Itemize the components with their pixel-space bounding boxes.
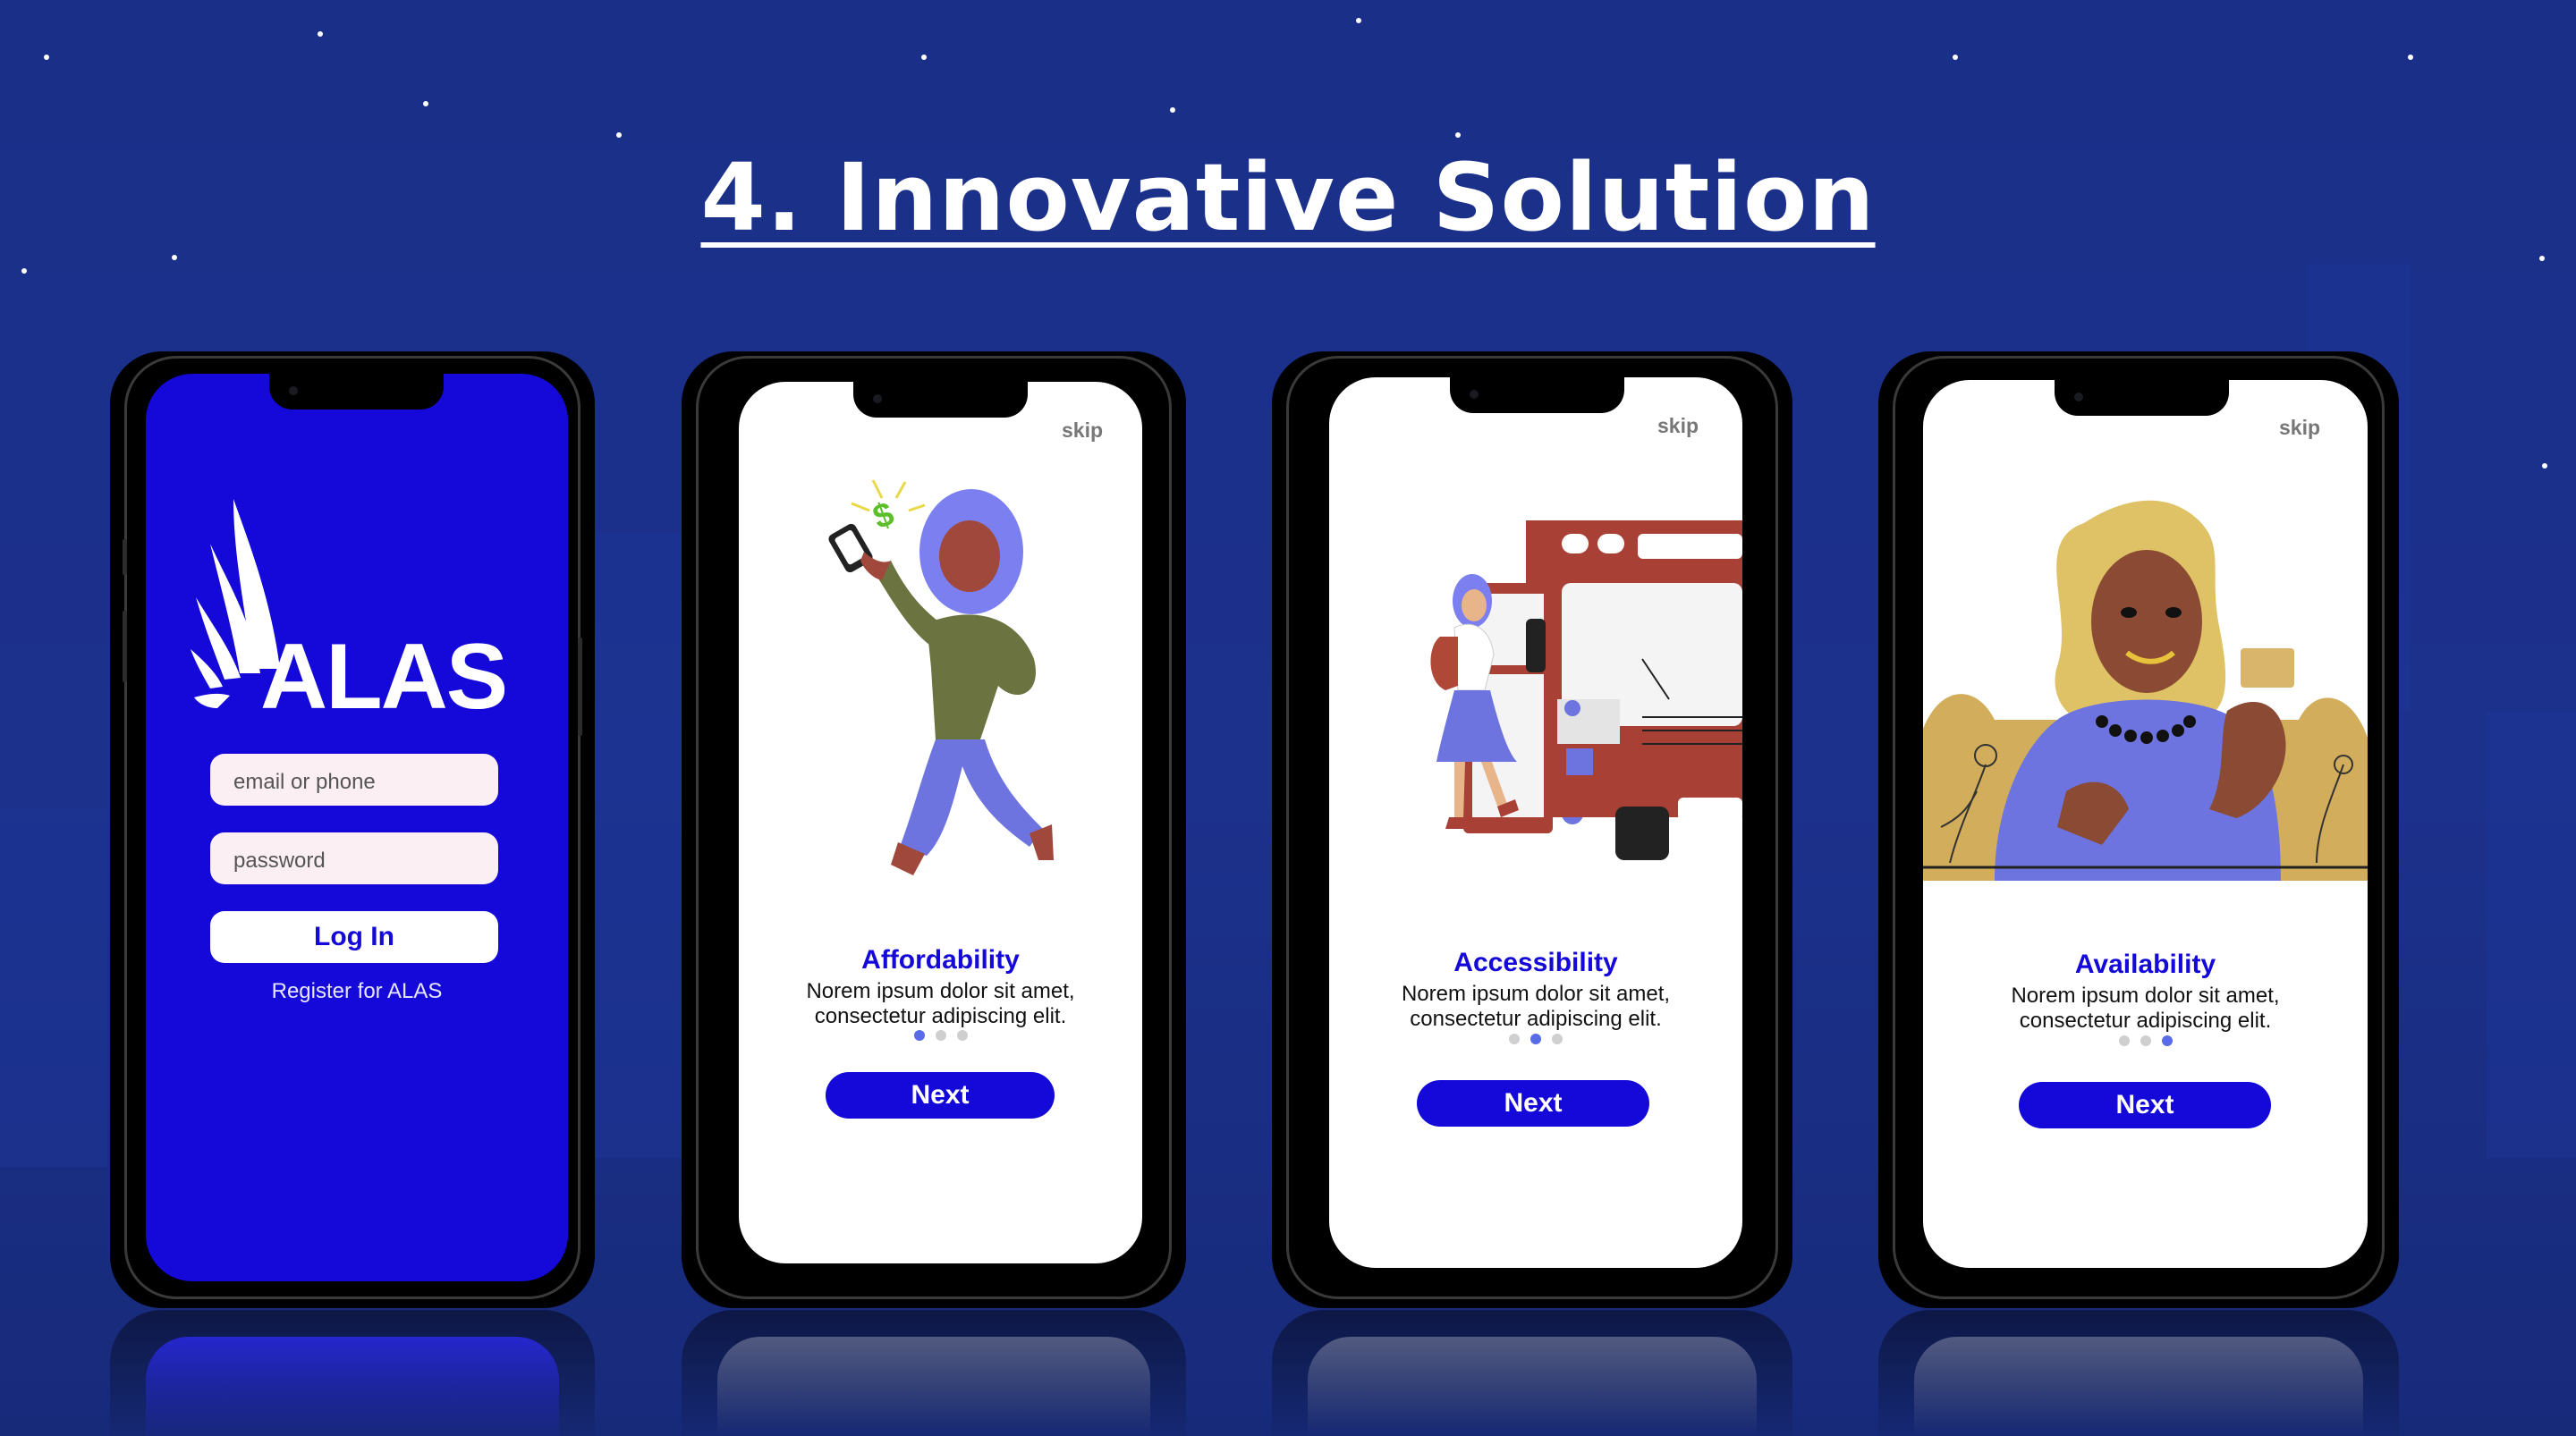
onboarding-screen: skip Accessibility Norem ipsum dolor sit… xyxy=(1329,377,1742,1268)
next-button[interactable]: Next xyxy=(826,1072,1055,1119)
camera-icon xyxy=(289,386,298,395)
phone-notch xyxy=(1450,377,1624,413)
phone-login: ALAS email or phone password Log In Regi… xyxy=(110,351,595,1308)
phone-notch xyxy=(269,374,444,410)
onboarding-title: Affordability xyxy=(861,945,1020,975)
star xyxy=(1455,132,1461,138)
next-button[interactable]: Next xyxy=(1417,1080,1649,1127)
phone-reflection xyxy=(110,1310,595,1436)
woman-with-cup-illustration xyxy=(1923,500,2368,881)
page-indicator xyxy=(739,1029,1142,1045)
star xyxy=(2542,463,2547,469)
phone-accessibility: skip Accessibility Norem ipsum dolor sit… xyxy=(1272,351,1792,1308)
phone-affordability: skip $ Affordability Norem ipsum dolor s… xyxy=(682,351,1186,1308)
star xyxy=(921,55,927,60)
page-dot-active[interactable] xyxy=(913,1030,925,1041)
login-screen: ALAS email or phone password Log In Regi… xyxy=(146,374,568,1281)
page-dot-active[interactable] xyxy=(1530,1034,1541,1044)
woman-with-phone-illustration: $ xyxy=(828,479,1054,875)
login-button[interactable]: Log In xyxy=(210,911,498,963)
onboarding-title: Availability xyxy=(2074,950,2216,979)
logo-text: ALAS xyxy=(260,625,508,729)
body-line: Norem ipsum dolor sit amet, xyxy=(2011,984,2280,1008)
page-dot[interactable] xyxy=(1552,1034,1563,1044)
phone-notch xyxy=(2055,380,2229,416)
password-field[interactable]: password xyxy=(210,832,498,884)
star xyxy=(423,101,428,106)
page-dot-active[interactable] xyxy=(2161,1035,2173,1046)
onboarding-screen: skip $ Affordability Norem ipsum dolor s… xyxy=(739,382,1142,1263)
page-dot[interactable] xyxy=(2140,1035,2151,1046)
body-line: consectetur adipiscing elit. xyxy=(2019,1009,2272,1033)
onboarding-body: Norem ipsum dolor sit amet, consectetur … xyxy=(1329,982,1742,1032)
phone-availability: skip Availability Norem ipsum dolor sit … xyxy=(1878,351,2399,1308)
camera-icon xyxy=(873,394,882,403)
page-dot[interactable] xyxy=(956,1030,968,1041)
body-line: Norem ipsum dolor sit amet, xyxy=(806,979,1075,1003)
page-indicator xyxy=(1923,1035,2368,1051)
page-indicator xyxy=(1329,1033,1742,1049)
onboarding-title: Accessibility xyxy=(1453,948,1618,977)
slide-title: 4. Innovative Solution xyxy=(700,143,1876,252)
star xyxy=(616,132,622,138)
side-button xyxy=(123,611,127,682)
page-dot[interactable] xyxy=(935,1030,946,1041)
phone-notch xyxy=(853,382,1028,418)
reflection-screen xyxy=(1914,1337,2363,1436)
email-field[interactable]: email or phone xyxy=(210,754,498,806)
star xyxy=(2408,55,2413,60)
skip-button[interactable]: skip xyxy=(1062,418,1103,443)
star xyxy=(318,31,323,37)
skyline-shape xyxy=(590,532,689,1158)
reflection-screen xyxy=(146,1337,559,1436)
star xyxy=(44,55,49,60)
girl-boarding-bus-illustration xyxy=(1430,520,1742,860)
side-button xyxy=(578,638,582,736)
skip-button[interactable]: skip xyxy=(2279,416,2320,440)
phone-reflection xyxy=(682,1310,1186,1436)
body-line: Norem ipsum dolor sit amet, xyxy=(1401,982,1671,1006)
star xyxy=(1170,107,1175,113)
register-link[interactable]: Register for ALAS xyxy=(146,979,568,1004)
phone-reflection xyxy=(1878,1310,2399,1436)
star xyxy=(172,255,177,260)
skip-button[interactable]: skip xyxy=(1657,414,1699,438)
side-button xyxy=(123,539,127,575)
camera-icon xyxy=(2074,393,2083,401)
next-button[interactable]: Next xyxy=(2019,1082,2271,1128)
star xyxy=(1356,18,1361,23)
skyline-shape xyxy=(0,809,107,1167)
star xyxy=(21,268,27,274)
reflection-screen xyxy=(717,1337,1150,1436)
onboarding-screen: skip Availability Norem ipsum dolor sit … xyxy=(1923,380,2368,1268)
camera-icon xyxy=(1470,390,1479,399)
onboarding-body: Norem ipsum dolor sit amet, consectetur … xyxy=(1923,984,2368,1034)
body-line: consectetur adipiscing elit. xyxy=(814,1004,1067,1028)
skyline-shape xyxy=(2487,711,2576,1158)
star xyxy=(1953,55,1958,60)
page-dot[interactable] xyxy=(2118,1035,2130,1046)
phone-reflection xyxy=(1272,1310,1792,1436)
svg-text:$: $ xyxy=(869,495,899,537)
page-dot[interactable] xyxy=(1509,1034,1520,1044)
body-line: consectetur adipiscing elit. xyxy=(1410,1007,1662,1031)
onboarding-body: Norem ipsum dolor sit amet, consectetur … xyxy=(739,979,1142,1029)
reflection-screen xyxy=(1308,1337,1757,1436)
star xyxy=(2539,256,2545,261)
